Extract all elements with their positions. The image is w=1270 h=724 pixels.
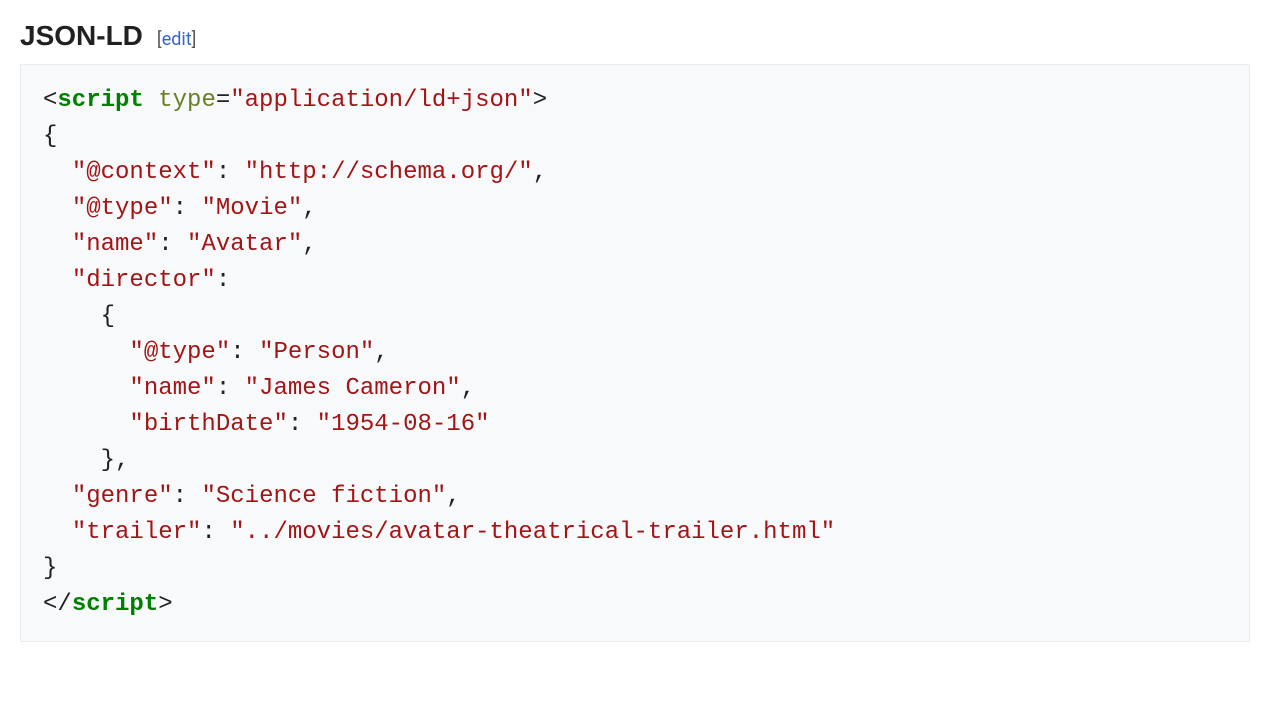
code-token: "name" <box>72 231 158 258</box>
code-token <box>43 519 72 546</box>
section-heading: JSON-LD <box>20 20 143 52</box>
code-token: "director" <box>72 267 216 294</box>
code-token: </ <box>43 591 72 618</box>
code-token: "genre" <box>72 483 173 510</box>
code-token: "@context" <box>72 159 216 186</box>
code-token: , <box>533 159 547 186</box>
code-token: "Person" <box>259 339 374 366</box>
code-token <box>43 267 72 294</box>
code-token: "name" <box>129 375 215 402</box>
code-token: { <box>43 303 115 330</box>
code-token <box>43 375 129 402</box>
code-token: : <box>216 375 245 402</box>
code-token: script <box>57 87 143 114</box>
code-token: "application/ld+json" <box>230 87 532 114</box>
code-token: "Avatar" <box>187 231 302 258</box>
code-token: "../movies/avatar-theatrical-trailer.htm… <box>230 519 835 546</box>
code-block: <script type="application/ld+json"> { "@… <box>20 64 1250 642</box>
code-token: : <box>158 231 187 258</box>
code-token <box>43 231 72 258</box>
code-token: "Science fiction" <box>201 483 446 510</box>
edit-link[interactable]: edit <box>162 29 192 50</box>
code-token: } <box>43 555 57 582</box>
code-token: , <box>302 231 316 258</box>
edit-section: [edit] <box>157 29 197 50</box>
code-token: = <box>216 87 230 114</box>
code-token <box>43 339 129 366</box>
code-token: "@type" <box>72 195 173 222</box>
code-token <box>43 195 72 222</box>
code-token: "trailer" <box>72 519 202 546</box>
code-token: : <box>288 411 317 438</box>
code-token <box>43 411 129 438</box>
code-token <box>43 483 72 510</box>
code-token <box>43 159 72 186</box>
code-token: "@type" <box>129 339 230 366</box>
code-token: : <box>173 483 202 510</box>
code-token: < <box>43 87 57 114</box>
code-token: > <box>533 87 547 114</box>
code-token: type <box>158 87 216 114</box>
code-token: "1954-08-16" <box>317 411 490 438</box>
code-token: , <box>302 195 316 222</box>
code-token: "http://schema.org/" <box>245 159 533 186</box>
code-token: "Movie" <box>201 195 302 222</box>
code-token <box>144 87 158 114</box>
code-token: , <box>374 339 388 366</box>
code-token: : <box>230 339 259 366</box>
code-token: : <box>201 519 230 546</box>
code-token: }, <box>43 447 129 474</box>
code-token: : <box>216 267 230 294</box>
code-token: "James Cameron" <box>245 375 461 402</box>
code-token: : <box>173 195 202 222</box>
bracket-close: ] <box>192 29 197 50</box>
code-token: script <box>72 591 158 618</box>
code-token: , <box>461 375 475 402</box>
code-token: , <box>446 483 460 510</box>
code-token: : <box>216 159 245 186</box>
code-token: > <box>158 591 172 618</box>
section-heading-row: JSON-LD [edit] <box>20 20 1250 52</box>
code-token: { <box>43 123 57 150</box>
code-token: "birthDate" <box>129 411 287 438</box>
